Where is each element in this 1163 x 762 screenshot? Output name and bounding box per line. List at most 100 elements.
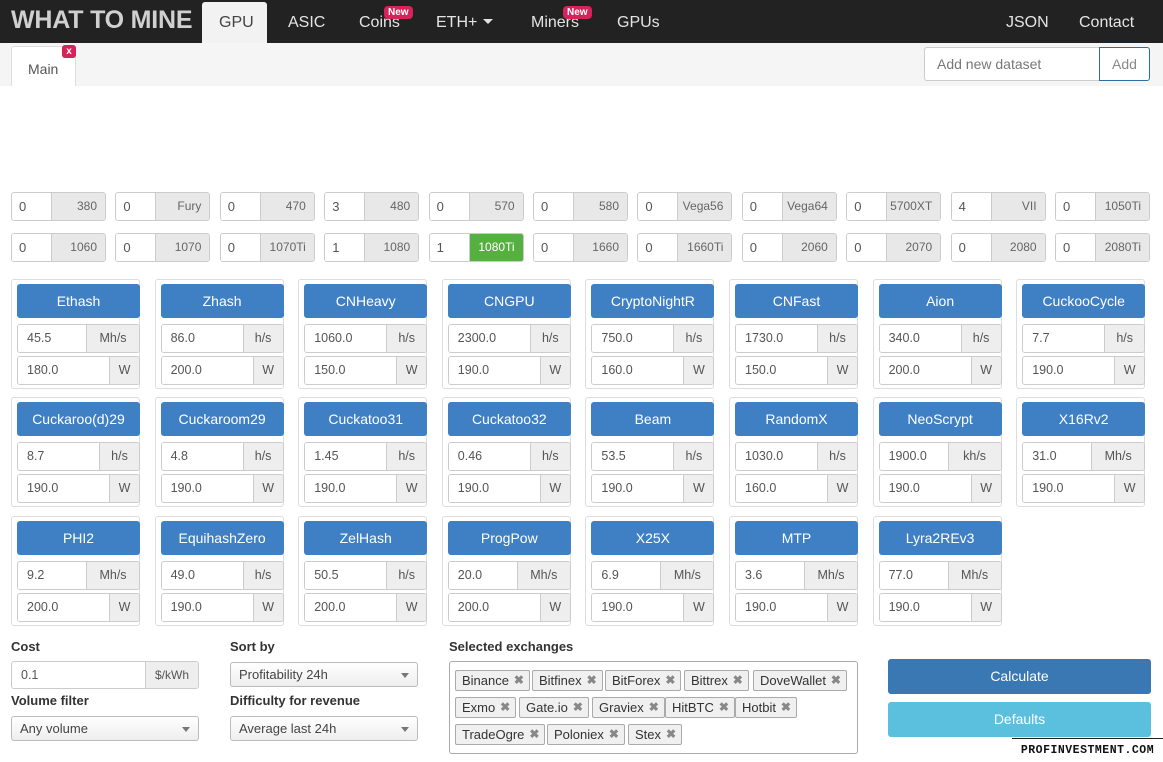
hashrate-field[interactable]: 2300.0 h/s — [447, 324, 571, 353]
hashrate-input[interactable]: 8.7 — [18, 443, 99, 470]
remove-icon[interactable]: ✖ — [529, 725, 539, 744]
gpu-model-label[interactable]: 1660Ti — [677, 234, 732, 261]
power-field[interactable]: 190.0 W — [591, 593, 715, 622]
hashrate-input[interactable]: 340.0 — [879, 325, 961, 352]
add-dataset-button[interactable]: Add — [1099, 47, 1150, 81]
gpu-model-label[interactable]: 2060 — [781, 234, 836, 261]
power-input[interactable]: 200.0 — [879, 357, 971, 384]
hashrate-input[interactable]: 4.8 — [161, 443, 243, 470]
gpu-count-field[interactable]: 1 1080Ti — [428, 233, 524, 262]
remove-icon[interactable]: ✖ — [781, 698, 791, 717]
power-input[interactable]: 150.0 — [736, 357, 827, 384]
remove-icon[interactable]: ✖ — [609, 725, 619, 744]
gpu-count-input[interactable]: 0 — [12, 234, 51, 261]
power-input[interactable]: 190.0 — [448, 357, 540, 384]
gpu-count-field[interactable]: 0 Vega64 — [741, 192, 837, 221]
algorithm-toggle-button[interactable]: Cuckatoo32 — [447, 402, 571, 436]
hashrate-field[interactable]: 31.0 Mh/s — [1022, 442, 1146, 471]
power-field[interactable]: 160.0 W — [591, 356, 715, 385]
power-field[interactable]: 200.0 W — [447, 593, 571, 622]
gpu-count-field[interactable]: 0 1070 — [115, 233, 211, 262]
gpu-count-input[interactable]: 0 — [638, 234, 678, 261]
gpu-count-field[interactable]: 0 1070Ti — [219, 233, 315, 262]
algorithm-toggle-button[interactable]: EquihashZero — [160, 521, 284, 555]
nav-asic[interactable]: ASIC — [288, 14, 325, 32]
power-input[interactable]: 200.0 — [18, 594, 109, 621]
exchange-chip[interactable]: Bitfinex ✖ — [532, 670, 603, 691]
gpu-model-label[interactable]: 2080Ti — [1095, 234, 1149, 261]
algorithm-toggle-button[interactable]: NeoScrypt — [878, 402, 1002, 436]
hashrate-field[interactable]: 1030.0 h/s — [735, 442, 858, 471]
hashrate-input[interactable]: 53.5 — [592, 443, 674, 470]
gpu-model-label[interactable]: 1060 — [51, 234, 105, 261]
gpu-count-field[interactable]: 0 1050Ti — [1055, 192, 1150, 221]
gpu-model-label[interactable]: 380 — [51, 193, 105, 220]
hashrate-field[interactable]: 6.9 Mh/s — [591, 561, 715, 590]
cost-field[interactable]: 0.1 $/kWh — [11, 661, 199, 689]
volume-filter-select[interactable]: Any volume — [11, 716, 199, 741]
gpu-count-input[interactable]: 0 — [534, 193, 573, 220]
close-icon[interactable]: x — [62, 45, 76, 58]
gpu-count-field[interactable]: 0 Vega56 — [637, 192, 733, 221]
nav-gpu[interactable]: GPU — [202, 2, 267, 43]
gpu-count-input[interactable]: 0 — [742, 193, 782, 220]
gpu-model-label[interactable]: Vega64 — [781, 193, 836, 220]
algorithm-toggle-button[interactable]: Zhash — [160, 284, 284, 318]
algorithm-toggle-button[interactable]: Lyra2REv3 — [878, 521, 1002, 555]
gpu-count-field[interactable]: 0 2060 — [741, 233, 837, 262]
calculate-button[interactable]: Calculate — [888, 659, 1151, 694]
gpu-count-field[interactable]: 0 470 — [219, 192, 315, 221]
algorithm-toggle-button[interactable]: CryptoNightR — [591, 284, 715, 318]
remove-icon[interactable]: ✖ — [649, 698, 659, 717]
power-field[interactable]: 200.0 W — [878, 356, 1002, 385]
algorithm-toggle-button[interactable]: MTP — [735, 521, 858, 555]
remove-icon[interactable]: ✖ — [587, 671, 597, 690]
power-field[interactable]: 160.0 W — [735, 474, 858, 503]
gpu-model-label[interactable]: 1080 — [364, 234, 419, 261]
exchanges-multiselect[interactable]: Binance ✖ Bitfinex ✖ BitForex ✖ Bittrex ✖ DoveWa… — [449, 661, 858, 754]
nav-eth-dropdown[interactable]: ETH+ — [436, 14, 494, 32]
nav-contact[interactable]: Contact — [1079, 14, 1134, 32]
exchange-chip[interactable]: Poloniex ✖ — [547, 724, 625, 745]
power-field[interactable]: 190.0 W — [878, 593, 1002, 622]
exchange-chip[interactable]: Binance ✖ — [455, 670, 530, 691]
remove-icon[interactable]: ✖ — [500, 698, 510, 717]
power-input[interactable]: 180.0 — [18, 357, 109, 384]
gpu-count-input[interactable]: 0 — [534, 234, 573, 261]
gpu-count-input[interactable]: 1 — [429, 234, 469, 261]
gpu-model-label[interactable]: Fury — [155, 193, 210, 220]
algorithm-toggle-button[interactable]: Beam — [591, 402, 715, 436]
power-field[interactable]: 190.0 W — [1022, 474, 1146, 503]
hashrate-input[interactable]: 1900.0 — [879, 443, 948, 470]
gpu-count-field[interactable]: 0 2080 — [950, 233, 1046, 262]
algorithm-toggle-button[interactable]: Aion — [878, 284, 1002, 318]
power-input[interactable]: 200.0 — [161, 357, 253, 384]
gpu-count-input[interactable]: 0 — [1056, 193, 1095, 220]
gpu-model-label[interactable]: 1070Ti — [259, 234, 314, 261]
gpu-count-input[interactable]: 0 — [638, 193, 678, 220]
gpu-count-field[interactable]: 4 VII — [950, 192, 1046, 221]
hashrate-input[interactable]: 750.0 — [592, 325, 674, 352]
gpu-count-field[interactable]: 0 1660 — [533, 233, 628, 262]
power-input[interactable]: 190.0 — [161, 594, 253, 621]
hashrate-field[interactable]: 45.5 Mh/s — [17, 324, 140, 353]
exchange-chip[interactable]: Bittrex ✖ — [684, 670, 749, 691]
gpu-count-input[interactable]: 0 — [847, 193, 887, 220]
exchange-chip[interactable]: BitForex ✖ — [605, 670, 682, 691]
remove-icon[interactable]: ✖ — [573, 698, 583, 717]
hashrate-input[interactable]: 0.46 — [448, 443, 530, 470]
gpu-model-label[interactable]: 1070 — [155, 234, 210, 261]
hashrate-field[interactable]: 4.8 h/s — [160, 442, 284, 471]
brand-logo[interactable]: WHAT TO MINE — [11, 6, 193, 35]
gpu-count-input[interactable]: 0 — [742, 234, 782, 261]
hashrate-input[interactable]: 49.0 — [161, 562, 243, 589]
hashrate-input[interactable]: 45.5 — [18, 325, 86, 352]
gpu-model-label[interactable]: 480 — [364, 193, 419, 220]
gpu-count-input[interactable]: 0 — [847, 234, 887, 261]
power-input[interactable]: 160.0 — [592, 357, 684, 384]
power-input[interactable]: 150.0 — [305, 357, 397, 384]
algorithm-toggle-button[interactable]: X25X — [591, 521, 715, 555]
hashrate-input[interactable]: 2300.0 — [448, 325, 530, 352]
hashrate-input[interactable]: 1.45 — [305, 443, 387, 470]
gpu-model-label[interactable]: 1660 — [573, 234, 627, 261]
